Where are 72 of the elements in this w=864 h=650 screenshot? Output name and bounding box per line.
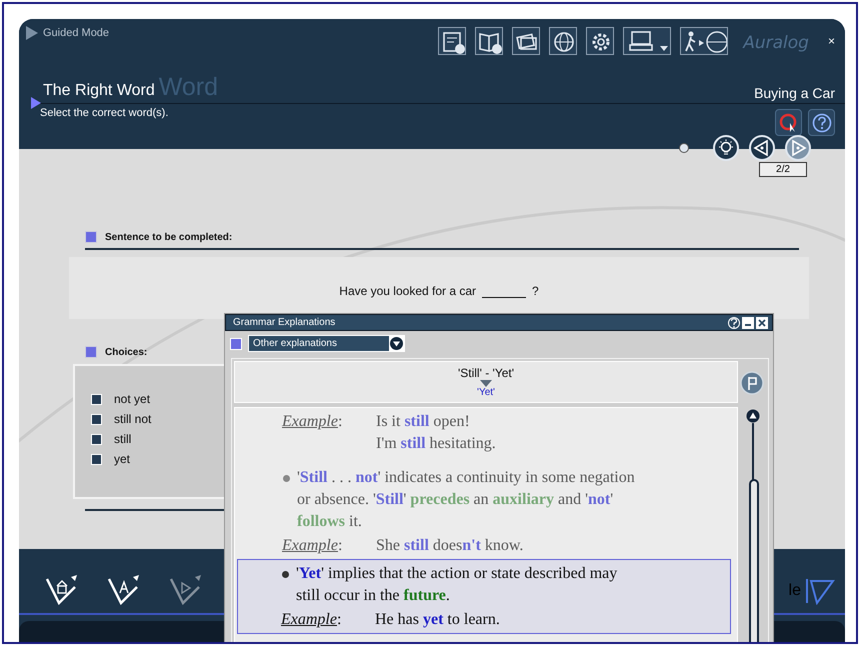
example-sentence: He has yet to learn.	[375, 610, 501, 630]
choice-label[interactable]: yet	[114, 452, 130, 466]
help-icon	[812, 112, 832, 132]
dialog-title: Grammar Explanations	[233, 317, 336, 328]
tool-label: le	[788, 582, 801, 600]
toolbar-button[interactable]	[475, 27, 504, 55]
down-triangle-icon	[480, 380, 492, 387]
record-button[interactable]	[775, 109, 802, 136]
choice-label[interactable]: still not	[114, 412, 152, 426]
sentence-text: Have you looked for a car	[339, 284, 476, 298]
topic-title: 'Still' - 'Yet'	[458, 366, 514, 380]
toolbar-button[interactable]	[512, 27, 540, 55]
section-heading: Choices:	[105, 346, 148, 358]
record-icon	[778, 112, 798, 132]
help-button[interactable]	[808, 109, 835, 136]
letter-tool-button[interactable]	[107, 573, 141, 605]
example-sentence: She still doesn't know.	[376, 536, 524, 556]
checkbox[interactable]	[91, 414, 102, 424]
choice-label[interactable]: not yet	[114, 392, 150, 406]
scroll-up-icon[interactable]	[746, 409, 760, 423]
hint-button[interactable]	[713, 135, 739, 161]
bullet-icon	[282, 571, 289, 578]
play-corner-icon	[169, 573, 203, 605]
section-marker	[85, 231, 97, 243]
letter-corner-icon	[107, 573, 141, 605]
close-button[interactable]	[756, 316, 768, 328]
toolbar-button[interactable]	[680, 27, 728, 55]
page-counter: 2/2	[759, 162, 807, 177]
close-button[interactable]: ×	[818, 34, 835, 48]
triangle-marker-icon	[31, 97, 41, 109]
close-icon	[758, 318, 766, 326]
lightbulb-icon	[717, 139, 735, 157]
dropdown-caret-icon	[389, 336, 404, 351]
toolbar-button[interactable]	[438, 27, 466, 55]
toolbar-button[interactable]	[549, 27, 578, 55]
triangle-outline-icon	[805, 577, 835, 605]
progress-dot	[679, 143, 689, 153]
lesson-title: Buying a Car	[754, 85, 835, 101]
example-sentence: I'm still hesitating.	[376, 434, 497, 454]
logo: Auralog	[743, 33, 809, 53]
home-tool-button[interactable]	[45, 573, 79, 605]
explanation-text: 'Still . . . not' indicates a continuity in some negation or absence. 'Still' precedes an auxiliary and 'not' follows it.	[297, 468, 636, 532]
subtopic-title: 'Yet'	[477, 387, 495, 398]
scroll-thumb[interactable]	[749, 479, 759, 642]
back-arrow-icon	[753, 139, 771, 157]
forward-arrow-icon	[789, 139, 807, 157]
flag-icon[interactable]	[740, 371, 764, 395]
checkbox[interactable]	[91, 454, 102, 464]
checkbox[interactable]	[91, 394, 102, 404]
previous-button[interactable]	[749, 135, 775, 161]
explanations-dropdown[interactable]: Other explanations	[248, 335, 405, 352]
example-sentence: Is it still open!	[376, 412, 471, 432]
explanation-text: 'Yet' implies that the action or state described may still occur in the future.	[296, 564, 618, 606]
example-label: Example:	[282, 536, 344, 556]
section-marker	[85, 346, 97, 358]
bullet-icon	[283, 475, 290, 482]
section-heading: Sentence to be completed:	[105, 232, 232, 242]
help-icon	[730, 318, 738, 328]
mode-label: Guided Mode	[43, 27, 110, 39]
section-marker	[230, 338, 242, 350]
example-label: Example:	[282, 412, 344, 432]
toolbar-button[interactable]	[586, 27, 614, 55]
checkbox[interactable]	[91, 434, 102, 444]
exercise-title: The Right Word	[43, 82, 155, 100]
house-corner-icon	[45, 573, 79, 605]
minimize-button[interactable]	[742, 316, 754, 328]
choice-label[interactable]: still	[114, 432, 132, 446]
play-icon	[25, 25, 39, 41]
instruction-text: Select the correct word(s).	[40, 107, 168, 119]
question-mark: ?	[532, 284, 539, 298]
example-label: Example:	[281, 610, 342, 630]
toolbar-button[interactable]	[623, 27, 672, 55]
